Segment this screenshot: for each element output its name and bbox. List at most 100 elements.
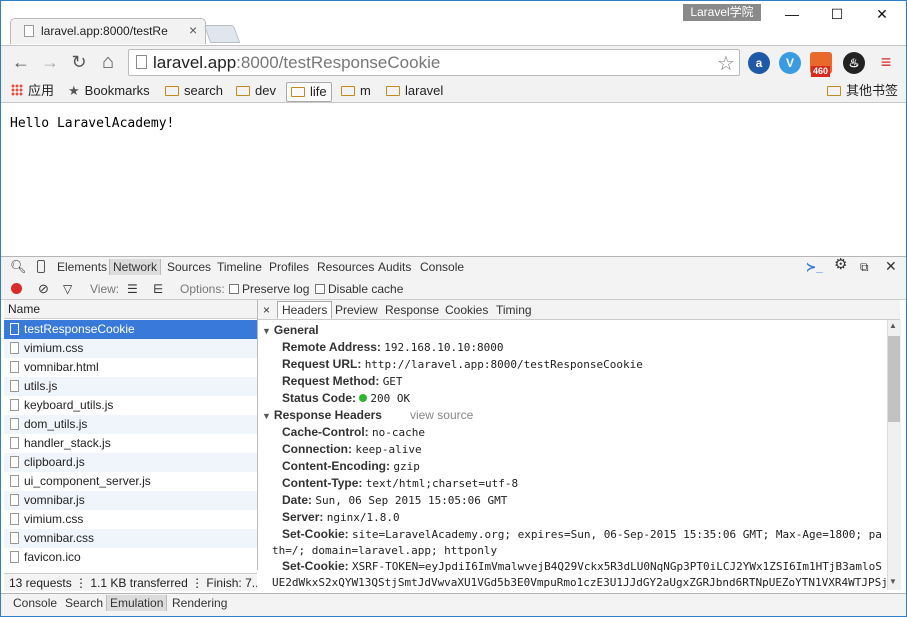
back-arrow-icon[interactable]: ← xyxy=(10,52,32,72)
scroll-up-arrow-icon[interactable]: ▲ xyxy=(889,321,897,330)
request-row[interactable]: vomnibar.html xyxy=(4,358,257,377)
page-icon xyxy=(136,55,147,69)
request-row[interactable]: vomnibar.js xyxy=(4,491,257,510)
scroll-down-arrow-icon[interactable]: ▼ xyxy=(889,577,897,586)
gear-icon[interactable]: ⚙ xyxy=(834,257,847,273)
request-row[interactable]: vimium.css xyxy=(4,510,257,529)
file-icon xyxy=(10,437,19,449)
drawer-tab-emulation[interactable]: Emulation xyxy=(106,595,168,611)
request-name: utils.js xyxy=(24,379,58,393)
bookmark-star-icon[interactable]: ☆ xyxy=(717,51,735,76)
bookmark-folder-m[interactable]: m xyxy=(341,82,371,100)
content-type-row: Content-Type: text/html;charset=utf-8 xyxy=(282,476,519,490)
folder-icon xyxy=(291,87,305,97)
tab-response[interactable]: Response xyxy=(385,302,439,318)
browser-tab[interactable]: laravel.app:8000/testRe × xyxy=(10,18,206,44)
folder-icon xyxy=(827,86,841,96)
minimize-button[interactable]: — xyxy=(778,4,806,24)
view-source-link[interactable]: view source xyxy=(410,408,473,422)
inspect-search-icon[interactable]: 🔍︎ xyxy=(10,259,27,275)
extension-a-icon[interactable]: a xyxy=(748,52,770,74)
tab-sources[interactable]: Sources xyxy=(167,259,211,275)
bookmark-apps[interactable]: 应用 xyxy=(11,82,54,100)
tab-preview[interactable]: Preview xyxy=(335,302,378,318)
waterfall-view-icon[interactable]: ⋿ xyxy=(153,281,163,297)
drawer-tab-console[interactable]: Console xyxy=(13,595,57,611)
tab-title: laravel.app:8000/testRe xyxy=(41,24,168,38)
tab-audits[interactable]: Audits xyxy=(378,259,411,275)
tab-network[interactable]: Network xyxy=(109,259,162,275)
tab-headers[interactable]: Headers xyxy=(277,301,333,319)
drawer-tab-rendering[interactable]: Rendering xyxy=(172,595,227,611)
request-name: vomnibar.js xyxy=(24,493,85,507)
tab-resources[interactable]: Resources xyxy=(317,259,374,275)
tab-timing[interactable]: Timing xyxy=(496,302,532,318)
maximize-button[interactable]: ☐ xyxy=(823,4,851,24)
forward-arrow-icon[interactable]: → xyxy=(39,52,61,72)
detail-close-icon[interactable]: × xyxy=(263,302,270,318)
bookmark-folder-life[interactable]: life xyxy=(286,82,332,102)
tab-timeline[interactable]: Timeline xyxy=(217,259,262,275)
request-row[interactable]: keyboard_utils.js xyxy=(4,396,257,415)
file-icon xyxy=(10,323,19,335)
list-view-icon[interactable]: ☰ xyxy=(127,281,138,297)
new-tab-button[interactable] xyxy=(203,25,241,43)
network-summary: 13 requests ⋮ 1.1 KB transferred ⋮ Finis… xyxy=(4,573,257,591)
dock-side-icon[interactable]: ⧉ xyxy=(860,259,869,275)
request-name: vimium.css xyxy=(24,341,84,355)
request-row[interactable]: dom_utils.js xyxy=(4,415,257,434)
home-icon[interactable]: ⌂ xyxy=(97,52,119,72)
bookmark-other[interactable]: 其他书签 xyxy=(827,82,898,100)
request-row[interactable]: handler_stack.js xyxy=(4,434,257,453)
close-window-button[interactable]: ✕ xyxy=(868,4,896,24)
device-mode-icon[interactable] xyxy=(37,260,45,273)
request-row[interactable]: clipboard.js xyxy=(4,453,257,472)
preserve-log-checkbox[interactable]: Preserve log xyxy=(229,281,309,297)
request-row[interactable]: vomnibar.css xyxy=(4,529,257,548)
view-label: View: xyxy=(90,282,120,296)
tab-cookies[interactable]: Cookies xyxy=(445,302,488,318)
bookmark-folder-laravel[interactable]: laravel xyxy=(386,82,443,100)
drawer-tab-search[interactable]: Search xyxy=(65,595,103,611)
request-url-row: Request URL: http://laravel.app:8000/tes… xyxy=(282,357,643,371)
extension-v-icon[interactable]: V xyxy=(779,52,801,74)
page-favicon-icon xyxy=(24,25,34,37)
address-bar[interactable]: laravel.app:8000/testResponseCookie ☆ xyxy=(128,49,740,76)
request-row[interactable]: testResponseCookie xyxy=(4,320,257,339)
scrollbar-thumb[interactable] xyxy=(888,336,900,422)
record-icon[interactable] xyxy=(11,283,22,294)
flame-extension-icon[interactable]: ♨ xyxy=(843,52,865,74)
request-row[interactable]: utils.js xyxy=(4,377,257,396)
bookmark-bookmarks[interactable]: ★ Bookmarks xyxy=(68,82,150,100)
profile-badge[interactable]: Laravel学院 xyxy=(683,4,761,21)
star-icon: ★ xyxy=(68,83,80,98)
file-icon xyxy=(10,342,19,354)
reload-icon[interactable]: ↻ xyxy=(68,52,90,72)
name-column-header[interactable]: Name xyxy=(4,300,257,319)
devtools-close-icon[interactable]: ✕ xyxy=(885,258,897,274)
bookmark-folder-search[interactable]: search xyxy=(165,82,223,100)
collapse-triangle-icon: ▼ xyxy=(262,411,271,421)
response-headers-section-header[interactable]: ▼ Response Headers view source xyxy=(262,407,473,424)
tab-profiles[interactable]: Profiles xyxy=(269,259,309,275)
tab-console[interactable]: Console xyxy=(420,259,464,275)
request-row[interactable]: ui_component_server.js xyxy=(4,472,257,491)
disable-cache-checkbox[interactable]: Disable cache xyxy=(315,281,403,297)
request-row[interactable]: vimium.css xyxy=(4,339,257,358)
console-drawer-icon[interactable]: ≻_ xyxy=(806,259,823,275)
request-name: vomnibar.html xyxy=(24,360,99,374)
file-icon xyxy=(10,532,19,544)
apps-grid-icon xyxy=(11,84,23,96)
menu-icon[interactable]: ≡ xyxy=(875,52,897,72)
file-icon xyxy=(10,380,19,392)
filter-icon[interactable]: ▽ xyxy=(63,281,72,297)
tab-close-icon[interactable]: × xyxy=(189,22,197,38)
tab-elements[interactable]: Elements xyxy=(57,259,107,275)
clear-icon[interactable]: ⊘ xyxy=(38,281,49,297)
bookmark-folder-dev[interactable]: dev xyxy=(236,82,276,100)
folder-icon xyxy=(165,86,179,96)
general-section-header[interactable]: ▼ General xyxy=(262,322,319,339)
request-name: clipboard.js xyxy=(24,455,85,469)
list-divider[interactable] xyxy=(257,300,258,570)
request-row[interactable]: favicon.ico xyxy=(4,548,257,567)
